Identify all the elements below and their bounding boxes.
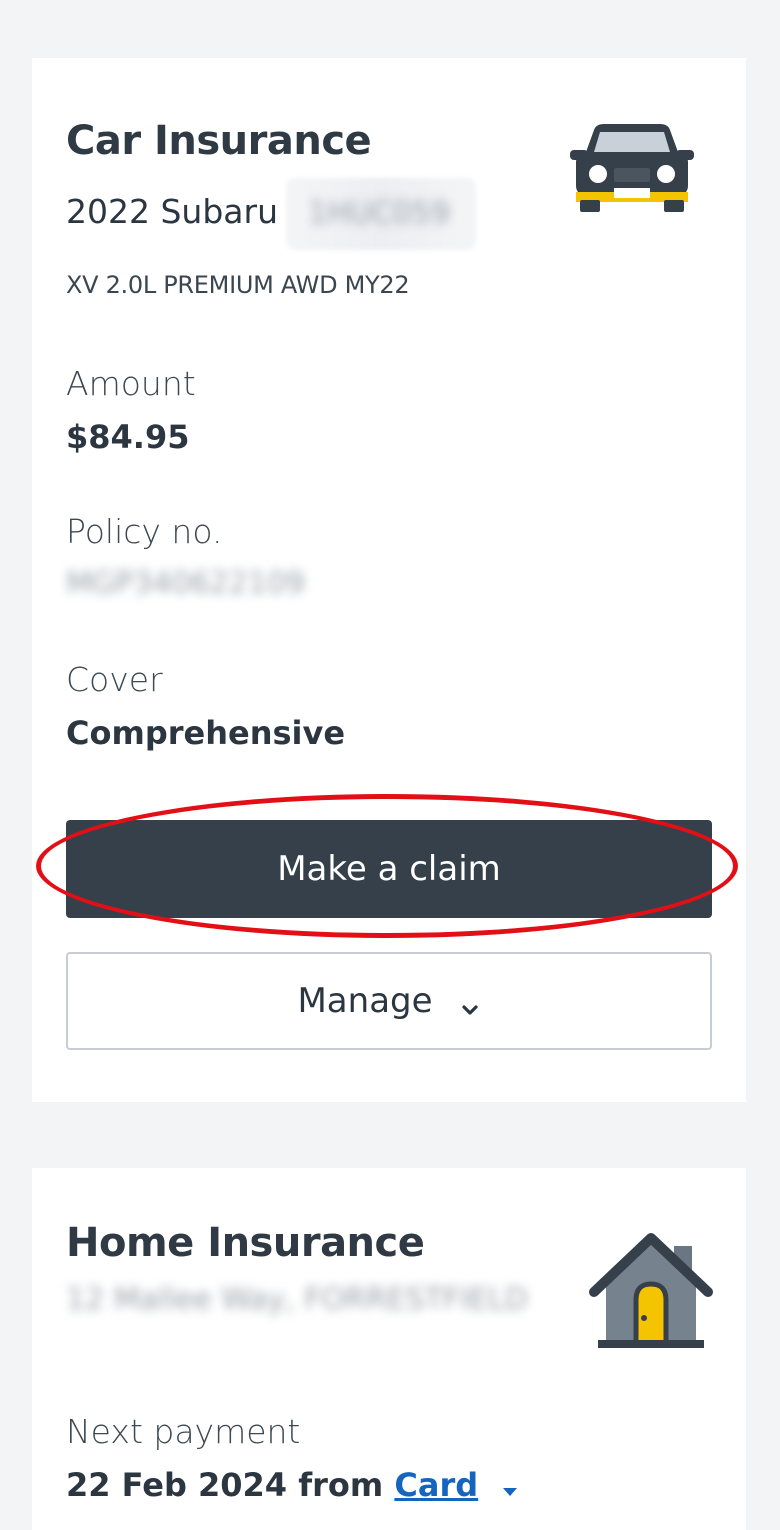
amount-value: $84.95 bbox=[66, 418, 190, 456]
next-payment-row: 22 Feb 2024 from Card bbox=[66, 1466, 519, 1506]
manage-button[interactable]: Manage bbox=[66, 952, 712, 1050]
cover-value: Comprehensive bbox=[66, 714, 346, 752]
manage-label: Manage bbox=[297, 981, 433, 1021]
home-insurance-card: Home Insurance 12 Mallee Way, FORRESTFIE… bbox=[32, 1168, 746, 1530]
home-address: 12 Mallee Way, FORRESTFIELD bbox=[66, 1282, 528, 1317]
house-icon bbox=[588, 1232, 714, 1354]
car-insurance-title: Car Insurance bbox=[66, 118, 372, 164]
caret-down-icon[interactable] bbox=[501, 1468, 519, 1506]
vehicle-name: 2022 Subaru bbox=[66, 192, 278, 231]
next-payment-label: Next payment bbox=[66, 1412, 301, 1451]
cover-label: Cover bbox=[66, 660, 163, 699]
make-a-claim-label: Make a claim bbox=[277, 849, 501, 889]
car-icon bbox=[570, 122, 694, 218]
policy-label: Policy no. bbox=[66, 512, 223, 551]
make-a-claim-button[interactable]: Make a claim bbox=[66, 820, 712, 918]
vehicle-model: XV 2.0L PREMIUM AWD MY22 bbox=[66, 271, 410, 299]
payment-method-link[interactable]: Card bbox=[394, 1466, 478, 1504]
chevron-down-icon bbox=[459, 990, 481, 1015]
home-insurance-title: Home Insurance bbox=[66, 1220, 425, 1266]
policy-number: MGP340622109 bbox=[66, 566, 306, 601]
amount-label: Amount bbox=[66, 364, 196, 403]
next-payment-value: 22 Feb 2024 from bbox=[66, 1466, 384, 1504]
plate-number: 1HUC059 bbox=[308, 196, 450, 231]
car-insurance-card: Car Insurance 2022 Subaru 1HUC059 XV 2.0… bbox=[32, 58, 746, 1102]
